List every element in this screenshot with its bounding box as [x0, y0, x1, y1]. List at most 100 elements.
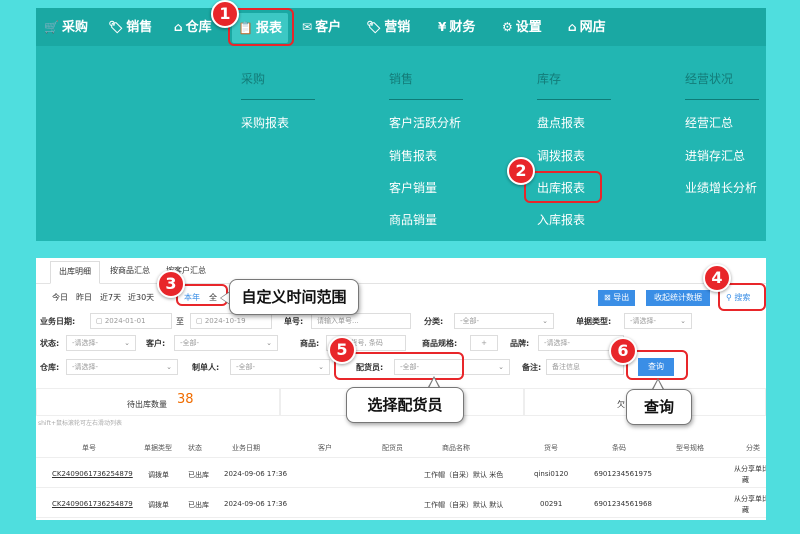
menu-item-sales-report[interactable]: 销售报表 [389, 147, 437, 164]
divider [241, 99, 315, 100]
table-row[interactable]: CK2409061736254879 调拨单 已出库 2024-09-06 17… [36, 460, 766, 488]
step-4-badge: 4 [703, 264, 731, 292]
spec-picker[interactable]: + [470, 335, 498, 351]
chevron-down-icon: ⌄ [166, 363, 172, 371]
nav-item-finance[interactable]: ¥ 财务 [438, 8, 475, 46]
nav-item-sales[interactable]: 🏷 销售 [108, 8, 152, 46]
th-date: 业务日期 [232, 444, 260, 452]
cell-barcode: 6901234561975 [594, 470, 652, 478]
menu-item-customer-sales[interactable]: 客户销量 [389, 179, 437, 196]
th-type: 单据类型 [144, 444, 172, 452]
order-no-input[interactable]: 请输入单号... [311, 313, 411, 329]
nav-item-marketing[interactable]: 🏷 营销 [366, 8, 410, 46]
th-category: 分类 [746, 444, 760, 452]
menu-item-purchase-report[interactable]: 采购报表 [241, 114, 289, 131]
nav-item-customers[interactable]: ✉ 客户 [302, 8, 341, 46]
quick-date-today[interactable]: 今日 [52, 292, 68, 303]
table-header: 单号 单据类型 状态 业务日期 客户 配货员 商品名称 货号 条码 型号规格 分… [36, 440, 766, 458]
cell-date: 2024-09-06 17:36 [224, 500, 288, 508]
order-no-label: 单号: [284, 317, 304, 326]
chevron-down-icon: ⌄ [542, 317, 548, 325]
menu-column-title: 库存 [537, 72, 562, 86]
menu-item-transfer-report[interactable]: 调拨报表 [537, 147, 585, 164]
product-label: 商品: [300, 339, 320, 348]
th-sku: 货号 [544, 444, 558, 452]
export-icon: ⊠ [604, 293, 614, 302]
step-2-badge: 2 [507, 157, 535, 185]
collapse-stats-button[interactable]: 收起统计数据 [646, 290, 710, 306]
quick-date-7days[interactable]: 近7天 [100, 292, 121, 303]
menu-item-product-sales[interactable]: 商品销量 [389, 211, 437, 228]
menu-column-title: 采购 [241, 72, 266, 86]
cell-date: 2024-09-06 17:36 [224, 470, 288, 478]
step-1-badge: 1 [211, 0, 239, 28]
spec-label: 商品规格: [422, 339, 458, 348]
customer-select[interactable]: -全部- ⌄ [174, 335, 278, 351]
date-end-input[interactable]: ▢ 2024-10-19 [190, 313, 272, 329]
nav-item-warehouse[interactable]: ⌂ 仓库 [174, 8, 212, 46]
tag-icon: 🏷 [108, 20, 124, 34]
home-icon: ⌂ [174, 20, 183, 34]
callout-select-picker: 选择配货员 [346, 387, 464, 423]
divider [537, 99, 611, 100]
menu-item-stocktake-report[interactable]: 盘点报表 [537, 114, 585, 131]
cell-sku: qinsi0120 [534, 470, 569, 478]
tab-outbound-detail[interactable]: 出库明细 [50, 261, 100, 284]
chevron-down-icon: ⌄ [680, 317, 686, 325]
nav-item-shop[interactable]: ⌂ 网店 [568, 8, 606, 46]
remark-label: 备注: [522, 363, 542, 372]
tab-by-product[interactable]: 按商品汇总 [110, 265, 150, 276]
pending-label: 待出库数量 [127, 400, 167, 409]
date-start-input[interactable]: ▢ 2024-01-01 [90, 313, 172, 329]
menu-item-growth-analysis[interactable]: 业绩增长分析 [685, 179, 757, 196]
category-label: 分类: [424, 317, 444, 326]
date-start-value: 2024-01-01 [104, 317, 146, 325]
date-to-label: 至 [176, 317, 184, 326]
envelope-icon: ✉ [302, 20, 313, 34]
pending-value: 38 [177, 392, 194, 407]
th-picker: 配货员 [382, 444, 403, 452]
biz-date-label: 业务日期: [40, 317, 76, 326]
status-value: -请选择- [72, 339, 99, 347]
quick-date-30days[interactable]: 近30天 [128, 292, 154, 303]
menu-item-customer-activity[interactable]: 客户活跃分析 [389, 114, 461, 131]
reports-dropdown-menu: 采购 采购报表 销售 客户活跃分析 销售报表 客户销量 商品销量 库存 盘点报表… [36, 46, 766, 241]
nav-label: 采购 [61, 20, 88, 35]
th-spec: 型号规格 [676, 444, 704, 452]
brand-value: -请选择- [544, 339, 571, 347]
cell-product: 工作帽（自采）默认 米色 [424, 471, 504, 479]
export-label: 导出 [613, 293, 630, 302]
cell-barcode: 6901234561968 [594, 500, 652, 508]
nav-item-purchase[interactable]: 🛒 采购 [44, 8, 88, 46]
nav-label: 营销 [384, 20, 411, 35]
menu-item-inventory-summary[interactable]: 进销存汇总 [685, 147, 745, 164]
cell-status: 已出库 [188, 471, 209, 479]
date-end-value: 2024-10-19 [204, 317, 246, 325]
step-6-badge: 6 [609, 337, 637, 365]
nav-item-settings[interactable]: ⚙ 设置 [502, 8, 542, 46]
table-row[interactable]: CK2409061736254879 调拨单 已出库 2024-09-06 17… [36, 490, 766, 518]
warehouse-value: -请选择- [72, 363, 99, 371]
menu-column-title: 销售 [389, 72, 414, 86]
status-select[interactable]: -请选择- ⌄ [66, 335, 136, 351]
category-value: -全部- [460, 317, 480, 325]
chevron-down-icon: ⌄ [318, 363, 324, 371]
export-button[interactable]: ⊠ 导出 [598, 290, 636, 306]
maker-value: -全部- [236, 363, 256, 371]
order-link[interactable]: CK2409061736254879 [52, 470, 133, 478]
doc-type-select[interactable]: -请选择- ⌄ [624, 313, 692, 329]
menu-item-business-summary[interactable]: 经营汇总 [685, 114, 733, 131]
brand-label: 品牌: [510, 339, 530, 348]
shop-icon: ⌂ [568, 20, 577, 34]
gear-icon: ⚙ [502, 20, 513, 34]
warehouse-select[interactable]: -请选择- ⌄ [66, 359, 178, 375]
order-link[interactable]: CK2409061736254879 [52, 500, 133, 508]
divider [685, 99, 759, 100]
quick-date-yesterday[interactable]: 昨日 [76, 292, 92, 303]
cell-category: 从分享单比 [734, 495, 766, 503]
menu-item-inbound-report[interactable]: 入库报表 [537, 211, 585, 228]
maker-select[interactable]: -全部- ⌄ [230, 359, 330, 375]
calendar-icon: ▢ [96, 317, 105, 325]
remark-input[interactable]: 备注信息 [546, 359, 624, 375]
category-select[interactable]: -全部- ⌄ [454, 313, 554, 329]
